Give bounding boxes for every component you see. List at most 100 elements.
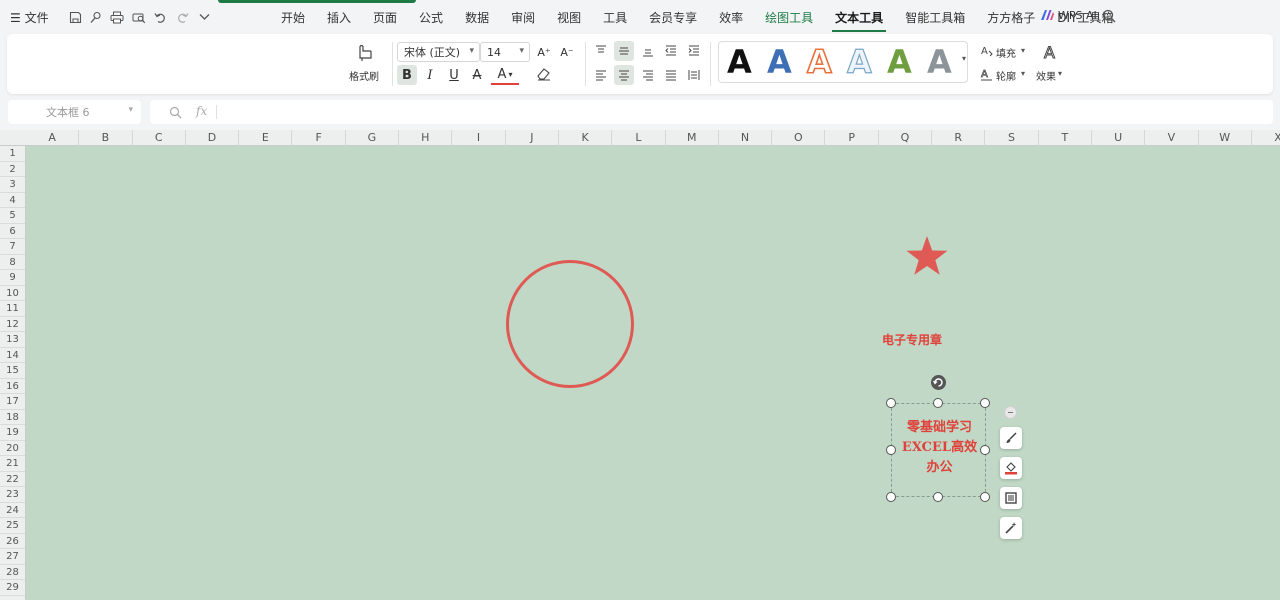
justify-icon[interactable] [664,68,678,82]
search-icon[interactable] [1102,9,1116,23]
row-header-cell[interactable]: 9 [0,270,25,286]
row-header-cell[interactable]: 20 [0,441,25,456]
row-header-cell[interactable]: 2 [0,162,25,177]
italic-button[interactable]: I [420,65,440,85]
more-icon[interactable] [195,8,213,26]
underline-button[interactable]: U [444,65,464,85]
font-name-select[interactable]: 宋体 (正文) ▾ [397,42,480,62]
row-header-cell[interactable]: 15 [0,363,25,379]
star-shape[interactable] [905,235,949,279]
chevron-down-icon[interactable]: ▾ [1058,69,1062,78]
row-header-cell[interactable]: 23 [0,487,25,503]
text-style-black[interactable]: A [727,44,752,80]
shape-fill-button[interactable] [1000,457,1022,479]
align-right-icon[interactable] [641,68,655,82]
row-header-cell[interactable]: 19 [0,425,25,441]
column-header-cell[interactable]: G [346,130,400,146]
row-header-cell[interactable]: 13 [0,332,25,348]
text-effects-icon[interactable]: A [1041,42,1061,63]
fx-icon[interactable]: fx [196,104,207,118]
stamp-circle-shape[interactable] [506,260,634,388]
print-preview-icon[interactable] [130,8,148,26]
row-header-cell[interactable]: 29 [0,580,25,596]
tab-review[interactable]: 审阅 [508,9,538,26]
save-icon[interactable] [66,8,84,26]
column-header-cell[interactable]: R [932,130,986,146]
tab-member[interactable]: 会员专享 [646,9,700,26]
resize-handle-bottom[interactable] [933,492,943,502]
text-style-light-outline[interactable]: A [846,43,872,80]
row-header-cell[interactable]: 21 [0,456,25,472]
row-header-cell[interactable]: 8 [0,255,25,270]
tab-data[interactable]: 数据 [462,9,492,26]
shape-style-button[interactable] [1000,427,1022,449]
column-header-cell[interactable]: B [79,130,133,146]
column-header-cell[interactable]: O [772,130,826,146]
print-icon[interactable] [108,8,126,26]
column-header-cell[interactable]: Q [879,130,933,146]
row-header-cell[interactable]: 26 [0,534,25,549]
clear-format-icon[interactable] [536,67,552,81]
text-effects-label[interactable]: 效果 [1036,68,1056,83]
wps-ai-button[interactable]: WPS AI [1041,9,1097,22]
column-header-cell[interactable]: I [452,130,506,146]
column-header-cell[interactable]: K [559,130,613,146]
text-fill-label[interactable]: 填充 [996,45,1016,60]
column-header-cell[interactable]: N [719,130,773,146]
row-header-cell[interactable]: 24 [0,503,25,518]
row-header-cell[interactable]: 11 [0,301,25,317]
tab-view[interactable]: 视图 [554,9,584,26]
font-color-button[interactable]: A ▾ [491,65,519,85]
row-header-cell[interactable]: 18 [0,410,25,425]
redo-icon[interactable] [173,8,191,26]
row-header-cell[interactable]: 16 [0,379,25,394]
shrink-font-button[interactable]: A⁻ [557,42,577,62]
row-header-cell[interactable]: 7 [0,239,25,255]
column-header-cell[interactable]: S [985,130,1039,146]
tab-home[interactable]: 开始 [278,9,308,26]
align-center-button[interactable] [614,65,634,85]
column-header-cell[interactable]: E [239,130,293,146]
tab-efficiency[interactable]: 效率 [716,9,746,26]
format-painter-quick-icon[interactable] [86,8,104,26]
column-header-cell[interactable]: T [1039,130,1092,146]
align-left-icon[interactable] [594,68,608,82]
zoom-search-icon[interactable] [169,106,182,119]
selected-text-box[interactable]: 零基础学习 EXCEL高效 办公 [891,403,986,497]
row-header-cell[interactable]: 4 [0,193,25,208]
rotate-handle-icon[interactable] [931,375,946,390]
text-outline-icon[interactable]: A [980,67,994,81]
column-header-cell[interactable]: V [1145,130,1199,146]
row-header-cell[interactable]: 1 [0,146,25,162]
align-top-icon[interactable] [594,44,608,58]
text-style-green[interactable]: A [887,44,912,80]
column-header-cell[interactable]: W [1199,130,1252,146]
text-style-blue[interactable]: A [767,44,792,80]
tab-drawing-tools[interactable]: 绘图工具 [762,9,816,26]
tab-page[interactable]: 页面 [370,9,400,26]
row-header-cell[interactable]: 22 [0,472,25,487]
stamp-label-text[interactable]: 电子专用章 [882,331,942,348]
column-header-cell[interactable]: C [133,130,186,146]
tab-formula[interactable]: 公式 [416,9,446,26]
row-header-cell[interactable]: 17 [0,394,25,410]
shape-effects-button[interactable] [1000,517,1022,539]
row-header-cell[interactable]: 25 [0,518,25,534]
resize-handle-top-left[interactable] [886,398,896,408]
column-header-cell[interactable]: L [612,130,666,146]
grow-font-button[interactable]: A⁺ [534,42,554,62]
row-header-cell[interactable]: 28 [0,565,25,580]
row-header-cell[interactable]: 6 [0,224,25,239]
chevron-down-icon[interactable]: ▾ [1021,69,1025,78]
resize-handle-top[interactable] [933,398,943,408]
shape-outline-button[interactable] [1000,487,1022,509]
row-header-cell[interactable]: 27 [0,549,25,565]
column-header-cell[interactable]: M [666,130,719,146]
resize-handle-top-right[interactable] [980,398,990,408]
resize-handle-bottom-right[interactable] [980,492,990,502]
format-painter-icon[interactable] [355,43,375,63]
column-header-cell[interactable]: H [399,130,453,146]
row-header-cell[interactable]: 10 [0,286,25,301]
row-header-cell[interactable]: 14 [0,348,25,363]
text-style-gray[interactable]: A [927,44,952,80]
